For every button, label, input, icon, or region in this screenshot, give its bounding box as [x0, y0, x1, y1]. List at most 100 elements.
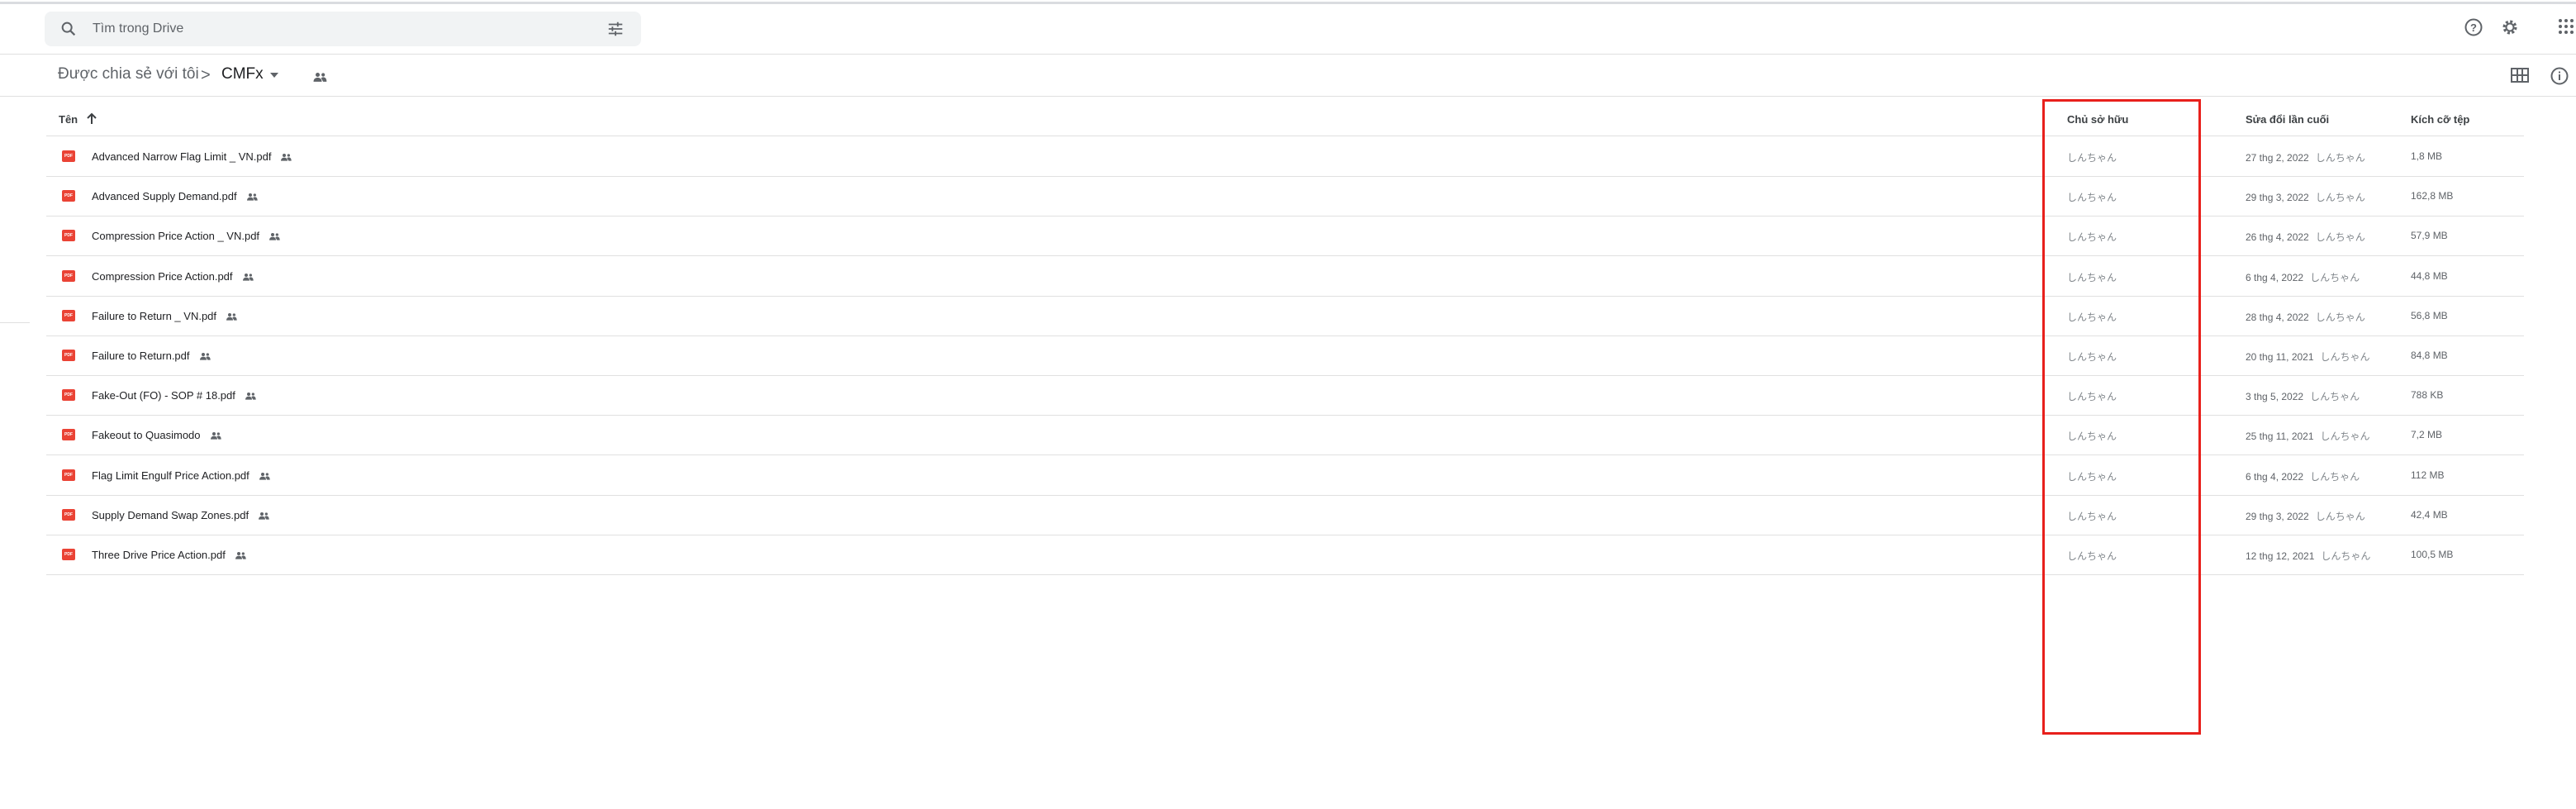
- modified-by: しんちゃん: [2310, 391, 2360, 403]
- modified-by: しんちゃん: [2315, 192, 2365, 204]
- tune-icon[interactable]: [606, 20, 625, 42]
- shared-icon: [268, 231, 281, 244]
- shared-icon: [209, 431, 222, 443]
- modified-date: 29 thg 3, 2022: [2246, 192, 2309, 204]
- column-header-size[interactable]: Kích cỡ tệp: [2411, 113, 2469, 126]
- file-name[interactable]: Failure to Return.pdf: [92, 350, 190, 362]
- file-modified: 29 thg 3, 2022 しんちゃん: [2246, 509, 2365, 523]
- file-size: 42,4 MB: [2411, 508, 2448, 521]
- modified-date: 26 thg 4, 2022: [2246, 231, 2309, 244]
- modified-by: しんちゃん: [2310, 470, 2360, 483]
- breadcrumb-root[interactable]: Được chia sẻ với tôi: [58, 65, 199, 83]
- shared-folder-icon: [311, 70, 328, 88]
- file-size: 100,5 MB: [2411, 549, 2454, 560]
- search-bar[interactable]: Tìm trong Drive: [45, 12, 641, 46]
- owner-column-highlight-box: [2042, 99, 2201, 735]
- modified-by: しんちゃん: [2320, 431, 2370, 443]
- gear-icon[interactable]: [2500, 17, 2520, 41]
- file-name[interactable]: Three Drive Price Action.pdf: [92, 549, 226, 561]
- pdf-file-icon: PDF: [62, 429, 75, 441]
- file-name[interactable]: Fakeout to Quasimodo: [92, 429, 201, 441]
- file-size: 162,8 MB: [2411, 190, 2454, 202]
- pdf-file-icon: PDF: [62, 549, 75, 560]
- modified-by: しんちゃん: [2315, 510, 2365, 522]
- modified-date: 27 thg 2, 2022: [2246, 152, 2309, 164]
- modified-date: 6 thg 4, 2022: [2246, 470, 2304, 483]
- column-header-name[interactable]: Tên: [59, 113, 78, 126]
- modified-date: 12 thg 12, 2021: [2246, 550, 2315, 562]
- file-name[interactable]: Supply Demand Swap Zones.pdf: [92, 509, 249, 521]
- modified-by: しんちゃん: [2315, 231, 2365, 244]
- breadcrumb-separator: >: [201, 66, 211, 84]
- file-modified: 6 thg 4, 2022 しんちゃん: [2246, 469, 2360, 483]
- shared-icon: [234, 550, 247, 563]
- file-modified: 28 thg 4, 2022 しんちゃん: [2246, 310, 2365, 324]
- pdf-file-icon: PDF: [62, 150, 75, 162]
- pdf-file-icon: PDF: [62, 269, 75, 282]
- file-size: 57,9 MB: [2411, 230, 2448, 242]
- file-size: 112 MB: [2411, 469, 2445, 481]
- file-modified: 20 thg 11, 2021 しんちゃん: [2246, 350, 2370, 364]
- header-divider: [0, 54, 2576, 55]
- file-size: 7,2 MB: [2411, 429, 2443, 441]
- modified-by: しんちゃん: [2315, 311, 2365, 323]
- pdf-file-icon: PDF: [62, 190, 75, 202]
- pdf-file-icon: PDF: [62, 469, 75, 481]
- shared-icon: [258, 471, 271, 483]
- file-name[interactable]: Advanced Narrow Flag Limit _ VN.pdf: [92, 150, 271, 163]
- pdf-file-icon: PDF: [62, 309, 75, 321]
- file-size: 84,8 MB: [2411, 350, 2448, 361]
- modified-by: しんちゃん: [2321, 550, 2371, 562]
- apps-grid-icon[interactable]: [2558, 17, 2574, 40]
- sort-ascending-icon[interactable]: [86, 112, 97, 130]
- modified-date: 20 thg 11, 2021: [2246, 351, 2314, 363]
- file-name[interactable]: Failure to Return _ VN.pdf: [92, 310, 216, 322]
- modified-by: しんちゃん: [2320, 351, 2370, 363]
- top-border: [0, 2, 2576, 4]
- modified-date: 25 thg 11, 2021: [2246, 431, 2314, 443]
- file-modified: 6 thg 4, 2022 しんちゃん: [2246, 270, 2360, 284]
- file-size: 1,8 MB: [2411, 150, 2443, 162]
- shared-icon: [257, 511, 270, 523]
- file-modified: 26 thg 4, 2022 しんちゃん: [2246, 230, 2365, 244]
- sidebar-edge: [0, 322, 30, 323]
- shared-icon: [279, 152, 292, 164]
- file-size: 44,8 MB: [2411, 269, 2448, 282]
- modified-by: しんちゃん: [2315, 152, 2365, 164]
- file-name[interactable]: Flag Limit Engulf Price Action.pdf: [92, 469, 250, 482]
- column-header-modified[interactable]: Sửa đổi lần cuối: [2246, 113, 2329, 126]
- pdf-file-icon: PDF: [62, 350, 75, 361]
- modified-date: 29 thg 3, 2022: [2246, 510, 2309, 522]
- modified-date: 6 thg 4, 2022: [2246, 271, 2304, 283]
- file-modified: 12 thg 12, 2021 しんちゃん: [2246, 549, 2370, 563]
- file-modified: 3 thg 5, 2022 しんちゃん: [2246, 389, 2360, 403]
- grid-view-icon[interactable]: [2510, 66, 2530, 88]
- pdf-file-icon: PDF: [62, 230, 75, 242]
- file-modified: 25 thg 11, 2021 しんちゃん: [2246, 429, 2370, 443]
- file-modified: 29 thg 3, 2022 しんちゃん: [2246, 190, 2365, 204]
- info-icon[interactable]: [2550, 66, 2569, 90]
- file-name[interactable]: Compression Price Action.pdf: [92, 270, 233, 283]
- search-icon[interactable]: [59, 20, 78, 42]
- file-name[interactable]: Advanced Supply Demand.pdf: [92, 190, 237, 202]
- help-icon[interactable]: ?: [2464, 17, 2483, 41]
- search-input[interactable]: Tìm trong Drive: [93, 21, 183, 36]
- file-name[interactable]: Fake-Out (FO) - SOP # 18.pdf: [92, 389, 235, 402]
- modified-by: しんちゃん: [2310, 271, 2360, 283]
- shared-icon: [244, 391, 257, 403]
- shared-icon: [245, 192, 259, 204]
- shared-icon: [225, 312, 238, 324]
- modified-date: 28 thg 4, 2022: [2246, 311, 2309, 323]
- toolbar-divider: [0, 96, 2576, 97]
- file-name[interactable]: Compression Price Action _ VN.pdf: [92, 230, 259, 242]
- file-size: 788 KB: [2411, 389, 2444, 402]
- chevron-down-icon[interactable]: [269, 69, 280, 84]
- modified-date: 3 thg 5, 2022: [2246, 391, 2304, 403]
- pdf-file-icon: PDF: [62, 508, 75, 521]
- file-modified: 27 thg 2, 2022 しんちゃん: [2246, 150, 2365, 164]
- shared-icon: [198, 351, 211, 364]
- svg-text:?: ?: [2470, 21, 2477, 34]
- breadcrumb-current[interactable]: CMFx: [221, 65, 264, 83]
- pdf-file-icon: PDF: [62, 389, 75, 402]
- file-size: 56,8 MB: [2411, 309, 2448, 321]
